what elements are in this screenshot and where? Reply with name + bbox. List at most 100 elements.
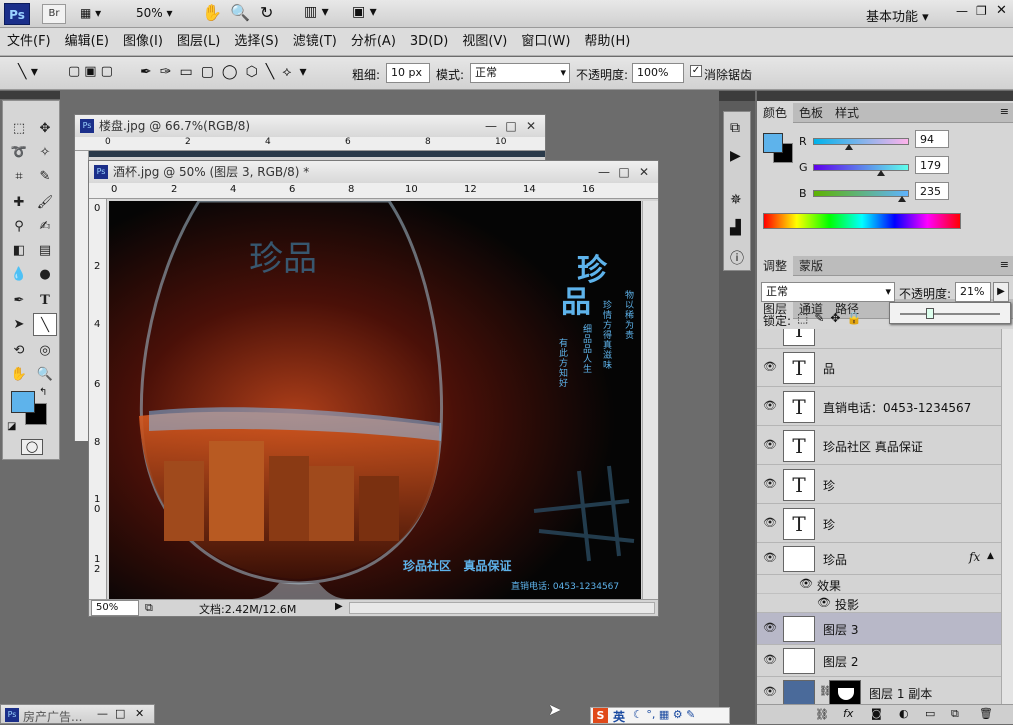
- close-icon[interactable]: ✕: [634, 161, 654, 183]
- tab-swatches[interactable]: 色板: [793, 103, 829, 123]
- path-select-icon[interactable]: ➤: [7, 313, 31, 336]
- eye-icon[interactable]: 👁: [817, 596, 831, 609]
- g-slider[interactable]: [813, 164, 909, 176]
- close-icon[interactable]: ✕: [521, 115, 541, 137]
- layer-row[interactable]: 👁 T 直销电话：0453-1234567: [757, 388, 1001, 426]
- eye-icon[interactable]: 👁: [763, 685, 777, 698]
- menu-filter[interactable]: 滤镜(T): [286, 28, 344, 56]
- layer-row[interactable]: 👁 T 珍: [757, 505, 1001, 543]
- document-titlebar[interactable]: Ps 楼盘.jpg @ 66.7%(RGB/8) — □ ✕: [75, 115, 545, 137]
- menu-image[interactable]: 图像(I): [116, 28, 170, 56]
- quick-mask-icon[interactable]: ◯: [21, 439, 43, 455]
- panel-menu-icon[interactable]: ≡: [1000, 258, 1009, 271]
- status-zoom[interactable]: 50%: [91, 600, 139, 616]
- layer-row[interactable]: 👁 T 品: [757, 349, 1001, 387]
- gradient-icon[interactable]: ▤: [33, 239, 57, 262]
- marquee-tool-icon[interactable]: ⬚: [7, 117, 31, 140]
- effects-row[interactable]: 👁 效果: [757, 575, 1001, 594]
- ime-toolbar[interactable]: S 英 ☾ °, ▦ ⚙ ✎: [590, 707, 730, 724]
- b-input[interactable]: 235: [915, 182, 949, 200]
- minimize-icon[interactable]: —: [956, 4, 968, 18]
- trash-icon[interactable]: 🗑: [979, 707, 993, 720]
- document-titlebar[interactable]: Ps 酒杯.jpg @ 50% (图层 3, RGB/8) * — □ ✕: [89, 161, 658, 183]
- status-icon[interactable]: ⧉: [145, 601, 153, 615]
- eye-icon[interactable]: 👁: [763, 653, 777, 666]
- actions-panel-icon[interactable]: ▶: [730, 148, 741, 164]
- eye-icon[interactable]: 👁: [763, 516, 777, 529]
- menu-edit[interactable]: 编辑(E): [58, 28, 116, 56]
- g-input[interactable]: 179: [915, 156, 949, 174]
- effect-shadow-row[interactable]: 👁 投影: [757, 594, 1001, 613]
- minimized-document[interactable]: Ps 房产广告... — □ ✕: [0, 704, 155, 724]
- rotate-view-icon[interactable]: ↻: [260, 3, 273, 22]
- antialias-checkbox[interactable]: ✓: [690, 65, 702, 77]
- layer-row[interactable]: 👁 T 珍: [757, 466, 1001, 504]
- horizontal-scrollbar[interactable]: [349, 602, 655, 614]
- swap-colors-icon[interactable]: ↰: [39, 387, 47, 398]
- layer-row[interactable]: T: [757, 329, 1001, 349]
- blend-mode-select[interactable]: 正常 ▾: [761, 282, 895, 302]
- hand-tool-icon[interactable]: ✋: [202, 3, 222, 22]
- maximize-icon[interactable]: □: [115, 707, 125, 720]
- bridge-button[interactable]: Br: [42, 4, 66, 24]
- eye-icon[interactable]: 👁: [763, 360, 777, 373]
- path-shape-icons[interactable]: ✒✑▭▢◯⬡╲⟡▾: [140, 64, 315, 80]
- slider-marker[interactable]: [877, 170, 886, 176]
- new-layer-icon[interactable]: ⧉: [951, 707, 959, 721]
- ime-lang[interactable]: 英: [613, 708, 625, 725]
- screen-mode-icon[interactable]: ▣ ▾: [352, 4, 377, 20]
- close-icon[interactable]: ✕: [135, 707, 144, 720]
- maximize-icon[interactable]: □: [614, 161, 634, 183]
- histogram-panel-icon[interactable]: ▟: [730, 220, 741, 236]
- status-menu-arrow-icon[interactable]: ▶: [335, 601, 343, 612]
- menu-select[interactable]: 选择(S): [227, 28, 285, 56]
- minimize-icon[interactable]: —: [97, 707, 108, 720]
- default-colors-icon[interactable]: ◪: [7, 421, 16, 432]
- eyedropper-icon[interactable]: ✎: [33, 165, 57, 188]
- document-window-front[interactable]: Ps 酒杯.jpg @ 50% (图层 3, RGB/8) * — □ ✕ 0 …: [88, 160, 659, 617]
- menu-view[interactable]: 视图(V): [455, 28, 514, 56]
- crop-tool-icon[interactable]: ⌗: [7, 165, 31, 188]
- menu-layer[interactable]: 图层(L): [170, 28, 227, 56]
- minimize-icon[interactable]: —: [594, 161, 614, 183]
- view-extras-icon[interactable]: ▦ ▾: [80, 6, 112, 22]
- healing-brush-icon[interactable]: ✚: [7, 191, 31, 214]
- tab-color[interactable]: 颜色: [757, 103, 794, 123]
- opacity-thumb[interactable]: [926, 308, 934, 319]
- type-tool-icon[interactable]: T: [33, 289, 57, 312]
- 3d-rotate-icon[interactable]: ⟲: [7, 339, 31, 362]
- menu-window[interactable]: 窗口(W): [514, 28, 577, 56]
- line-tool-icon[interactable]: ╲: [33, 313, 57, 336]
- tab-styles[interactable]: 样式: [829, 103, 865, 123]
- minimize-icon[interactable]: —: [481, 115, 501, 137]
- opacity-popup-slider[interactable]: [889, 302, 1011, 324]
- eye-icon[interactable]: 👁: [763, 399, 777, 412]
- layer-row[interactable]: 👁 图层 2: [757, 645, 1001, 677]
- eye-icon[interactable]: 👁: [763, 551, 777, 564]
- r-slider[interactable]: [813, 138, 909, 150]
- info-panel-icon[interactable]: ⓘ: [730, 248, 744, 268]
- eye-icon[interactable]: 👁: [799, 577, 813, 590]
- restore-icon[interactable]: ❐: [976, 4, 987, 18]
- slider-marker[interactable]: [845, 144, 854, 150]
- line-tool-preset-icon[interactable]: ╲ ▾: [18, 64, 38, 80]
- layer-row[interactable]: 👁 T 珍品社区 真品保证: [757, 427, 1001, 465]
- magic-wand-icon[interactable]: ✧: [33, 141, 57, 164]
- eye-icon[interactable]: 👁: [763, 438, 777, 451]
- menu-help[interactable]: 帮助(H): [577, 28, 637, 56]
- eye-icon[interactable]: 👁: [763, 621, 777, 634]
- add-mask-icon[interactable]: ◙: [871, 707, 882, 720]
- color-spectrum-bar[interactable]: [763, 213, 961, 229]
- history-brush-icon[interactable]: ✍: [33, 215, 57, 238]
- pen-tool-icon[interactable]: ✒: [7, 289, 31, 312]
- 3d-orbit-icon[interactable]: ◎: [33, 339, 57, 362]
- layer-row[interactable]: 👁 珍品 fx ▲: [757, 543, 1001, 575]
- lasso-tool-icon[interactable]: ➰: [7, 141, 31, 164]
- adjustment-layer-icon[interactable]: ◐: [899, 707, 909, 720]
- mode-select[interactable]: 正常 ▾: [470, 63, 570, 83]
- menu-3d[interactable]: 3D(D): [403, 28, 455, 56]
- weight-input[interactable]: 10 px: [386, 63, 430, 83]
- r-input[interactable]: 94: [915, 130, 949, 148]
- expand-arrow-icon[interactable]: ▲: [987, 551, 994, 561]
- opacity-slider-arrow-icon[interactable]: ▶: [993, 282, 1009, 302]
